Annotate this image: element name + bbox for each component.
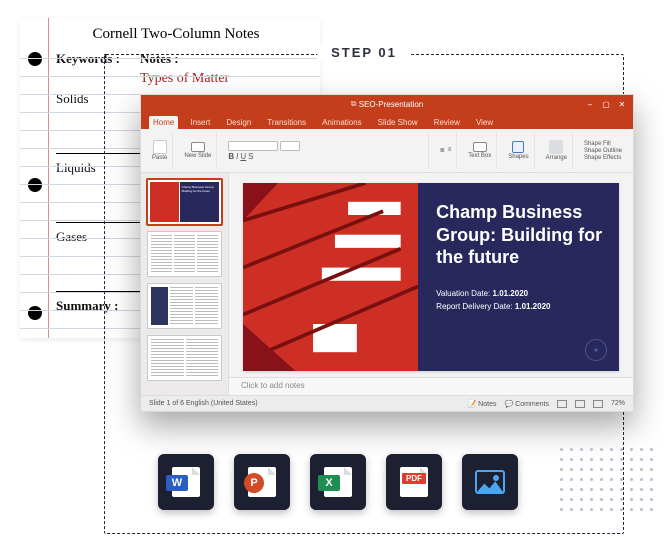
ribbon-font[interactable]: BIUS: [223, 132, 428, 169]
tile-image[interactable]: [462, 454, 518, 510]
slide-meta: Valuation Date: 1.01.2020 Report Deliver…: [436, 287, 603, 314]
close-button[interactable]: ✕: [617, 100, 627, 109]
thumb-1-title: Champ Business Group: Building for the f…: [182, 186, 221, 193]
image-icon: [475, 470, 505, 494]
ribbon-tabs: Home Insert Design Transitions Animation…: [141, 113, 633, 129]
report-label: Report Delivery Date:: [436, 302, 512, 311]
ribbon: Paste New Slide BIUS ≣ ≡ Text Box Shapes…: [141, 129, 633, 173]
minimize-button[interactable]: –: [585, 100, 595, 109]
shape-fill-label: Shape Fill: [584, 141, 611, 147]
ribbon-paste-label: Paste: [152, 155, 167, 161]
word-icon: W: [166, 475, 188, 491]
maximize-button[interactable]: ▢: [601, 100, 611, 109]
slide-thumbnails: Champ Business Group: Building for the f…: [141, 173, 229, 395]
ribbon-arrange[interactable]: Arrange: [541, 132, 573, 169]
tile-powerpoint[interactable]: P: [234, 454, 290, 510]
shape-effects-label: Shape Effects: [584, 155, 621, 161]
ribbon-paste[interactable]: Paste: [147, 132, 173, 169]
thumb-2[interactable]: [147, 231, 222, 277]
statusbar-comments[interactable]: 💬 Comments: [504, 400, 549, 408]
statusbar: Slide 1 of 6 English (United States) 📝 N…: [141, 395, 633, 411]
thumb-1[interactable]: Champ Business Group: Building for the f…: [147, 179, 222, 225]
shapes-icon: [512, 141, 524, 153]
cornell-title: Cornell Two-Column Notes: [42, 26, 310, 43]
ppt-filename: SEO-Presentation: [359, 100, 423, 109]
ribbon-new-slide[interactable]: New Slide: [179, 132, 217, 169]
pdf-icon: PDF: [402, 473, 426, 484]
clipboard-icon: [153, 140, 167, 154]
tab-review[interactable]: Review: [430, 116, 464, 129]
report-value: 1.01.2020: [515, 302, 551, 311]
bullets-icon: ≣: [440, 147, 445, 154]
file-type-tiles: W P X PDF: [158, 454, 518, 510]
textbox-icon: [473, 142, 487, 152]
slide-canvas[interactable]: Champ Business Group: Building for the f…: [243, 183, 619, 371]
slide-heading: Champ Business Group: Building for the f…: [436, 201, 603, 269]
arrange-icon: [549, 140, 563, 154]
ribbon-arrange-label: Arrange: [546, 155, 567, 161]
numbering-icon: ≡: [448, 147, 452, 154]
thumb-3[interactable]: [147, 283, 222, 329]
valuation-value: 1.01.2020: [493, 289, 529, 298]
statusbar-notes[interactable]: 📝 Notes: [468, 400, 497, 408]
tab-design[interactable]: Design: [222, 116, 255, 129]
notes-pane[interactable]: Click to add notes: [229, 377, 633, 395]
ribbon-paragraph[interactable]: ≣ ≡: [435, 132, 458, 169]
ribbon-textbox[interactable]: Text Box: [463, 132, 497, 169]
stamp-icon: ★: [585, 339, 607, 361]
tab-view[interactable]: View: [472, 116, 497, 129]
ribbon-textbox-label: Text Box: [468, 153, 491, 159]
view-sorter-icon[interactable]: [575, 400, 585, 408]
valuation-label: Valuation Date:: [436, 289, 490, 298]
tab-slideshow[interactable]: Slide Show: [374, 116, 422, 129]
tab-insert[interactable]: Insert: [186, 116, 214, 129]
powerpoint-icon: P: [244, 473, 264, 493]
ribbon-shapes[interactable]: Shapes: [503, 132, 534, 169]
view-normal-icon[interactable]: [557, 400, 567, 408]
tile-pdf[interactable]: PDF: [386, 454, 442, 510]
ppt-titlebar[interactable]: ⧉ SEO-Presentation – ▢ ✕: [141, 95, 633, 113]
statusbar-left: Slide 1 of 6 English (United States): [149, 400, 258, 407]
tile-word[interactable]: W: [158, 454, 214, 510]
powerpoint-window: ⧉ SEO-Presentation – ▢ ✕ Home Insert Des…: [140, 94, 634, 412]
zoom-level[interactable]: 72%: [611, 400, 625, 407]
shape-outline-label: Shape Outline: [584, 148, 622, 154]
thumb-4[interactable]: [147, 335, 222, 381]
excel-icon: X: [318, 475, 340, 491]
view-reading-icon[interactable]: [593, 400, 603, 408]
slide-image: [243, 183, 418, 371]
tab-animations[interactable]: Animations: [318, 116, 366, 129]
ribbon-newslide-label: New Slide: [184, 153, 211, 159]
ribbon-shapes-label: Shapes: [508, 154, 528, 160]
new-slide-icon: [191, 142, 205, 152]
tab-home[interactable]: Home: [149, 116, 178, 129]
step-label: STEP 01: [317, 45, 411, 60]
tab-transitions[interactable]: Transitions: [263, 116, 310, 129]
ribbon-shape-style[interactable]: Shape Fill Shape Outline Shape Effects: [579, 132, 627, 169]
tile-excel[interactable]: X: [310, 454, 366, 510]
decorative-dots: [560, 448, 656, 514]
